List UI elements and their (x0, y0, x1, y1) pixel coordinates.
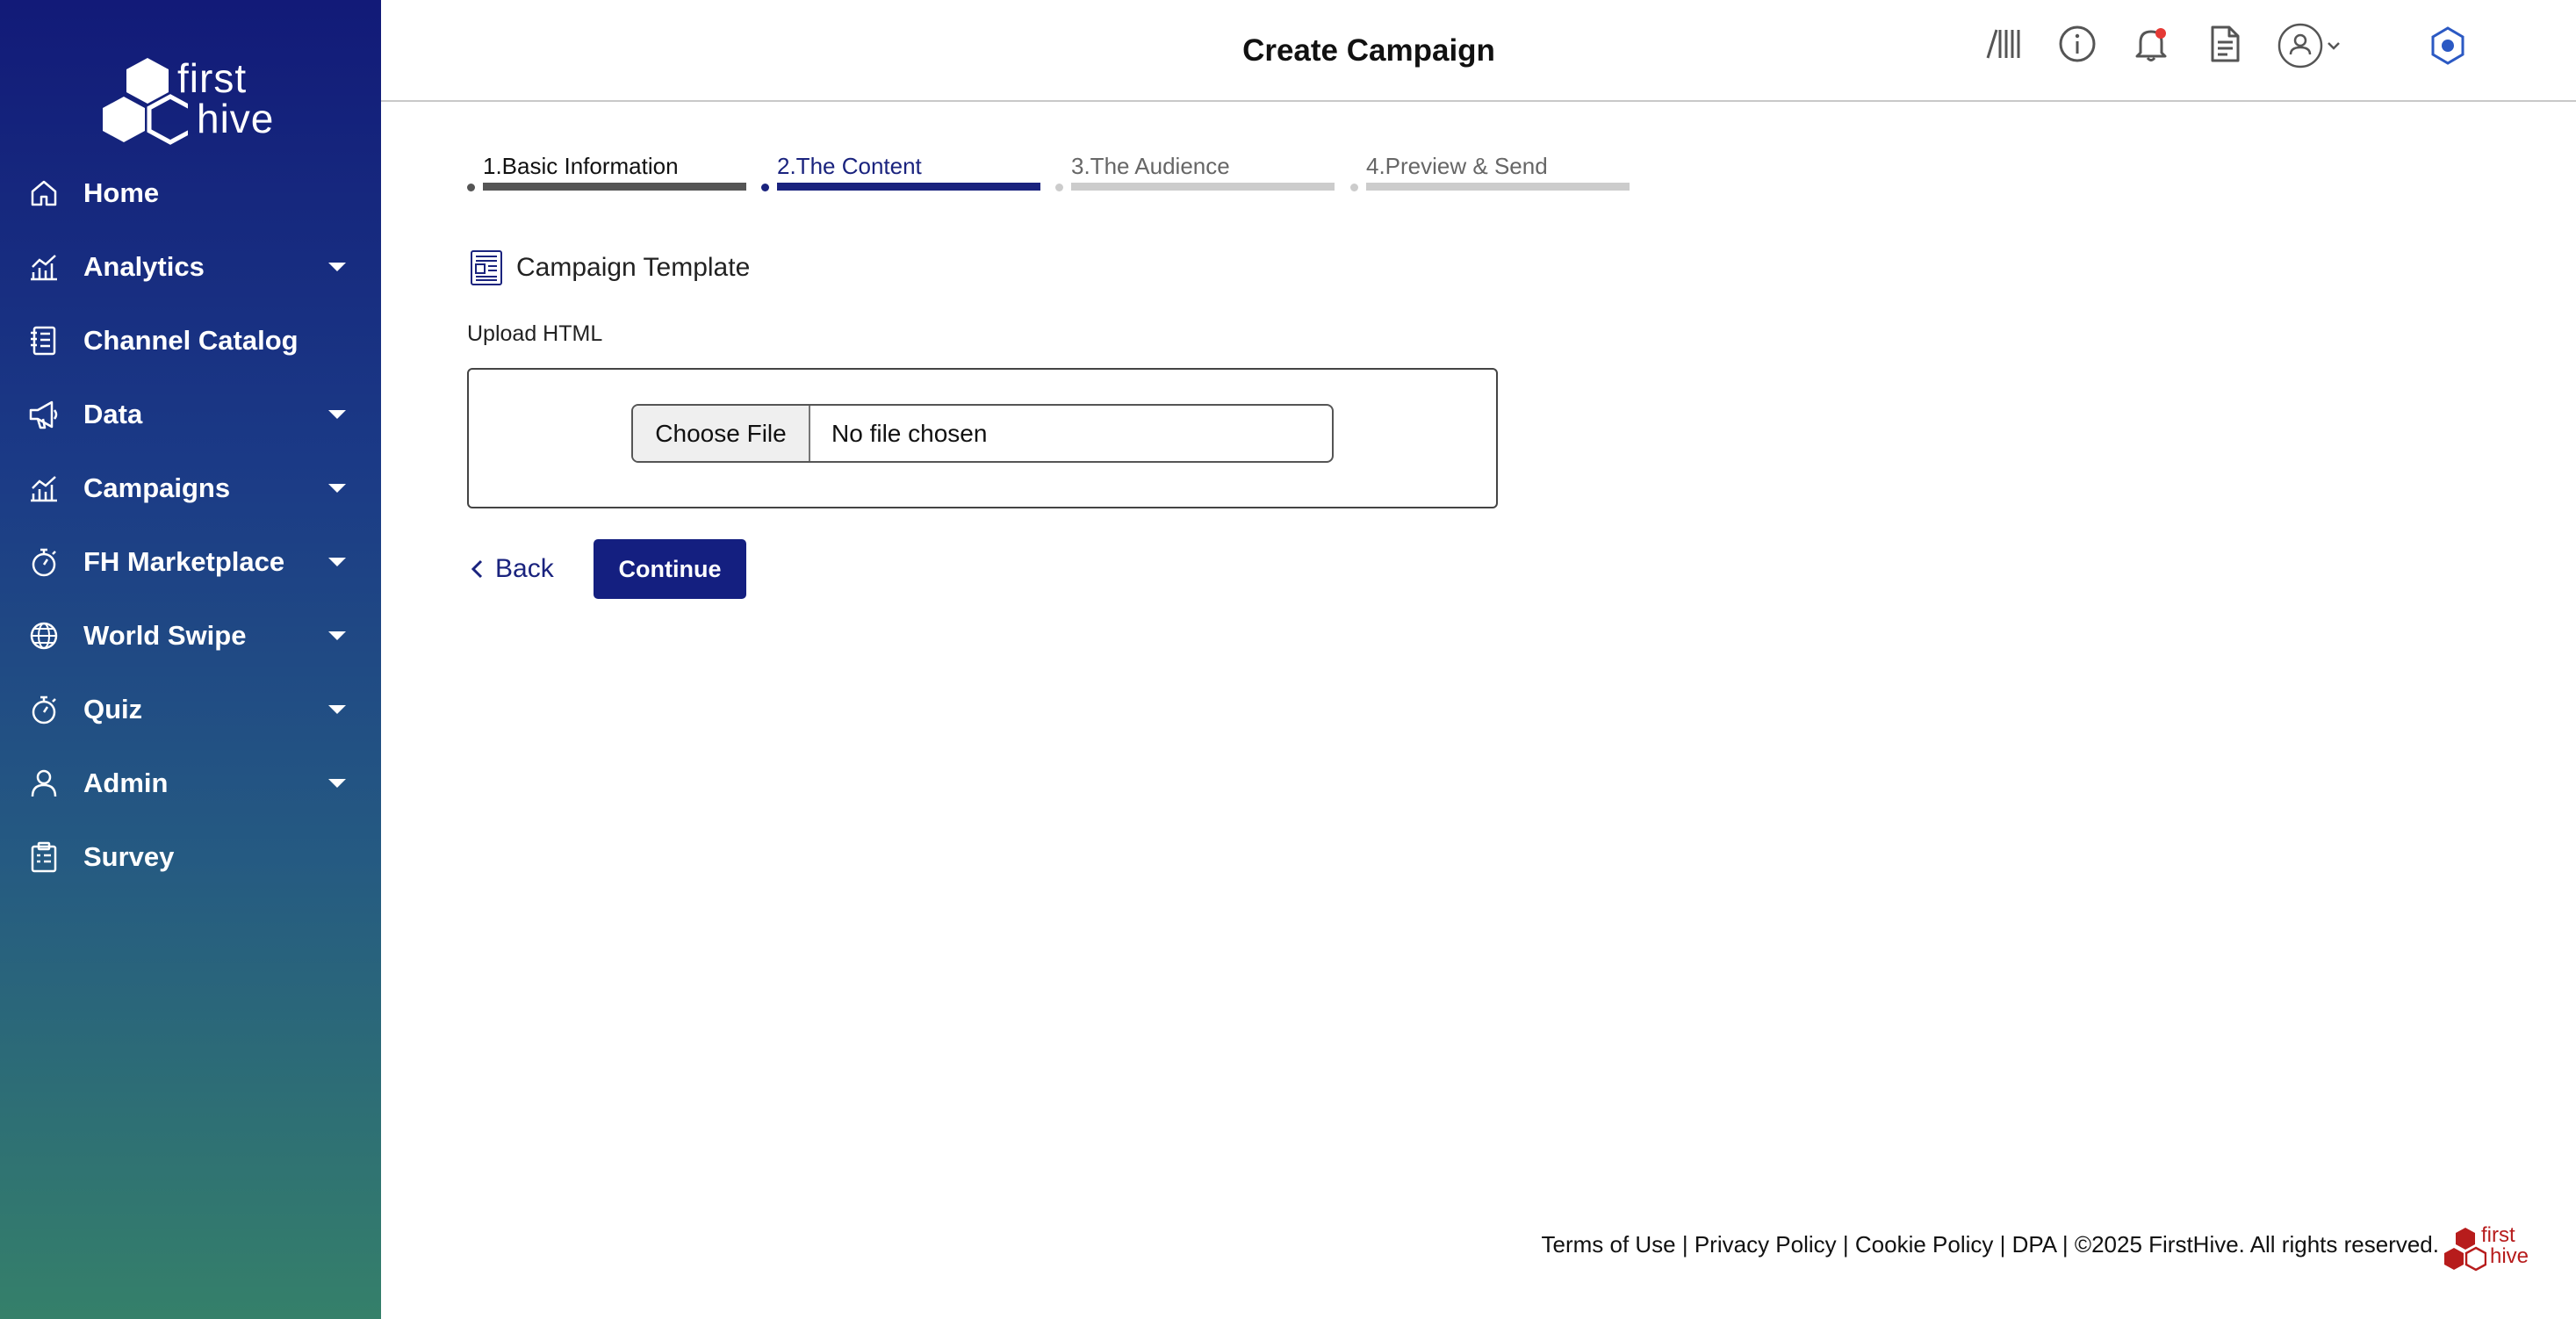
chevron-down-icon[interactable] (328, 779, 346, 788)
sidebar-item-channel-catalog[interactable]: Channel Catalog (0, 304, 381, 378)
chevron-left-icon (471, 559, 483, 579)
dpa-link[interactable]: DPA (2012, 1231, 2056, 1258)
file-status-text: No file chosen (831, 420, 988, 447)
chevron-down-icon[interactable] (328, 484, 346, 493)
step-dot (467, 184, 475, 191)
library-icon[interactable] (1984, 25, 2023, 63)
upload-html-label: Upload HTML (467, 321, 603, 346)
back-button[interactable]: Back (469, 539, 554, 599)
notification-dot (2155, 28, 2166, 39)
footer-separator: | (1993, 1231, 2012, 1258)
catalog-icon (31, 326, 56, 356)
sidebar: first hive Home Analytics Channel Catalo… (0, 0, 381, 1319)
sidebar-item-label: Quiz (83, 694, 143, 724)
sidebar-item-admin[interactable]: Admin (0, 746, 381, 820)
user-icon (31, 769, 57, 797)
footer-separator: | (1836, 1231, 1855, 1258)
sidebar-item-label: Campaigns (83, 472, 231, 503)
sidebar-item-analytics[interactable]: Analytics (0, 230, 381, 304)
sidebar-item-quiz[interactable]: Quiz (0, 673, 381, 746)
user-avatar-icon[interactable] (2277, 21, 2353, 70)
step-preview-send[interactable]: 4.Preview & Send (1350, 151, 1631, 193)
sidebar-item-label: Admin (83, 768, 169, 798)
step-progress-bar (1071, 183, 1335, 191)
sidebar-item-fh-marketplace[interactable]: FH Marketplace (0, 525, 381, 599)
document-icon[interactable] (2205, 25, 2244, 63)
step-the-content[interactable]: 2.The Content (761, 151, 1042, 193)
step-progress-bar (483, 183, 746, 191)
chevron-down-icon[interactable] (328, 705, 346, 714)
footer-logo-text-hive: hive (2490, 1244, 2529, 1268)
template-icon (471, 250, 502, 285)
step-basic-information[interactable]: 1.Basic Information (467, 151, 748, 193)
sidebar-item-data[interactable]: Data (0, 378, 381, 451)
step-label: 1.Basic Information (483, 153, 679, 179)
step-label: 2.The Content (777, 153, 922, 179)
sidebar-item-label: Home (83, 177, 160, 208)
sidebar-item-campaigns[interactable]: Campaigns (0, 451, 381, 525)
settings-hex-icon[interactable] (2428, 26, 2467, 65)
step-dot (1350, 184, 1358, 191)
step-label: 4.Preview & Send (1366, 153, 1548, 179)
step-dot (1055, 184, 1063, 191)
clipboard-icon (31, 841, 57, 873)
file-input[interactable]: Choose File No file chosen (631, 404, 1334, 463)
info-icon[interactable] (2058, 25, 2097, 63)
continue-button[interactable]: Continue (594, 539, 746, 599)
step-label: 3.The Audience (1071, 153, 1230, 179)
chevron-down-icon[interactable] (328, 410, 346, 419)
footer-separator: | (2055, 1231, 2075, 1258)
footer-separator: | (1675, 1231, 1695, 1258)
page-title: Create Campaign (1242, 33, 1495, 68)
sidebar-item-home[interactable]: Home (0, 156, 381, 230)
stopwatch-icon (32, 548, 56, 577)
step-dot (761, 184, 769, 191)
logo-text-first: first (177, 55, 248, 101)
hexagon-logo-icon (2444, 1228, 2486, 1272)
chevron-down-icon[interactable] (328, 263, 346, 271)
home-icon (31, 180, 57, 206)
sidebar-item-world-swipe[interactable]: World Swipe (0, 599, 381, 673)
copyright-text: ©2025 FirstHive. All rights reserved. (2074, 1231, 2439, 1258)
logo-text-hive: hive (197, 96, 275, 141)
campaigns-icon (31, 476, 57, 502)
footer-logo: first hive (2443, 1224, 2534, 1273)
step-progress-bar (1366, 183, 1630, 191)
choose-file-button[interactable]: Choose File (633, 406, 810, 461)
hexagon-logo-icon (103, 58, 188, 145)
analytics-icon (31, 255, 57, 281)
sidebar-item-label: Survey (83, 841, 175, 872)
sidebar-item-label: Channel Catalog (83, 325, 299, 356)
firsthive-logo[interactable]: first hive (100, 56, 284, 151)
bell-icon[interactable] (2132, 25, 2170, 63)
sidebar-item-survey[interactable]: Survey (0, 820, 381, 894)
section-title: Campaign Template (516, 253, 751, 282)
megaphone-icon (29, 400, 58, 429)
cookie-link[interactable]: Cookie Policy (1855, 1231, 1994, 1258)
section-header: Campaign Template (469, 248, 750, 288)
back-label: Back (495, 554, 554, 583)
sidebar-item-label: FH Marketplace (83, 546, 285, 577)
sidebar-nav: Home Analytics Channel Catalog Data Camp… (0, 156, 381, 894)
terms-link[interactable]: Terms of Use (1541, 1231, 1675, 1258)
stopwatch-icon (32, 696, 56, 724)
footer: Terms of Use | Privacy Policy | Cookie P… (1541, 1231, 2439, 1258)
sidebar-item-label: Analytics (83, 251, 205, 282)
chevron-down-icon[interactable] (328, 631, 346, 640)
step-the-audience[interactable]: 3.The Audience (1055, 151, 1336, 193)
top-header: Create Campaign (381, 0, 2576, 102)
sidebar-item-label: World Swipe (83, 620, 247, 651)
privacy-link[interactable]: Privacy Policy (1695, 1231, 1837, 1258)
chevron-down-icon (2328, 42, 2340, 50)
sidebar-item-label: Data (83, 399, 143, 429)
step-progress-bar (777, 183, 1040, 191)
globe-icon (30, 622, 58, 650)
chevron-down-icon[interactable] (328, 558, 346, 566)
